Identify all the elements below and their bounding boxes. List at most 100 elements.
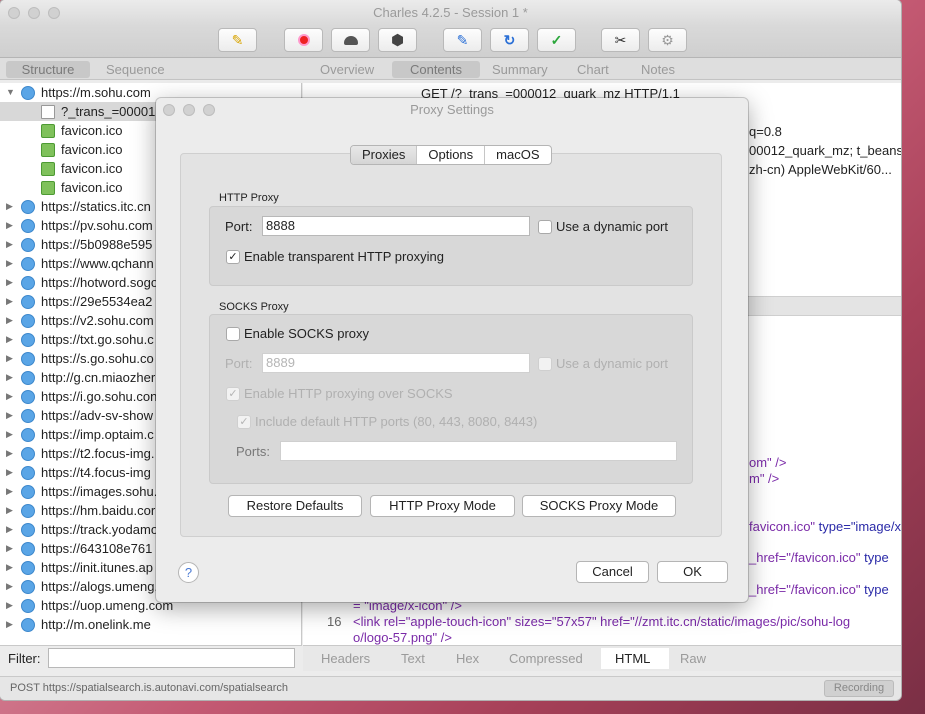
title-bar: Charles 4.2.5 - Session 1 *	[0, 0, 901, 26]
enable-socks-checkbox[interactable]	[226, 327, 240, 341]
recording-badge[interactable]: Recording	[824, 680, 894, 697]
disclosure-closed-icon[interactable]: ▶	[6, 330, 13, 349]
header-fragment: zh-cn) AppleWebKit/60...	[749, 162, 892, 177]
disclosure-closed-icon[interactable]: ▶	[6, 216, 13, 235]
clear-session-button[interactable]: ✎	[218, 28, 257, 52]
code-line: m" />	[749, 471, 780, 486]
disclosure-closed-icon[interactable]: ▶	[6, 444, 13, 463]
disclosure-closed-icon[interactable]: ▶	[6, 577, 13, 596]
record-button[interactable]	[284, 28, 323, 52]
cancel-button[interactable]: Cancel	[576, 561, 649, 583]
disclosure-closed-icon[interactable]: ▶	[6, 482, 13, 501]
transparent-proxying-label: Enable transparent HTTP proxying	[244, 249, 444, 264]
disclosure-closed-icon[interactable]: ▶	[6, 254, 13, 273]
throttle-button[interactable]	[331, 28, 370, 52]
tab-hex[interactable]: Hex	[456, 651, 479, 666]
tree-row-label: https://www.qchann	[41, 256, 154, 271]
tab-contents[interactable]: Contents	[392, 61, 480, 78]
http-port-field[interactable]: 8888	[262, 216, 530, 236]
code-line: <link rel="apple-touch-icon" sizes="57x5…	[353, 614, 851, 629]
dialog-zoom-button[interactable]	[203, 104, 215, 116]
code-line: om" />	[749, 455, 787, 470]
restore-defaults-button[interactable]: Restore Defaults	[228, 495, 362, 517]
tab-html[interactable]: HTML	[615, 651, 650, 666]
disclosure-closed-icon[interactable]: ▶	[6, 596, 13, 615]
tab-notes[interactable]: Notes	[629, 61, 687, 78]
tree-row-label: https://643108e761	[41, 541, 153, 556]
breakpoints-button[interactable]: ⬢	[378, 28, 417, 52]
socks-ports-label: Ports:	[236, 444, 270, 459]
tab-proxies[interactable]: Proxies	[351, 146, 418, 164]
disclosure-closed-icon[interactable]: ▶	[6, 368, 13, 387]
http-proxy-mode-button[interactable]: HTTP Proxy Mode	[370, 495, 515, 517]
tree-row-label: https://images.sohu.	[41, 484, 158, 499]
disclosure-closed-icon[interactable]: ▶	[6, 387, 13, 406]
disclosure-closed-icon[interactable]: ▶	[6, 539, 13, 558]
disclosure-closed-icon[interactable]: ▶	[6, 558, 13, 577]
zoom-window-button[interactable]	[48, 7, 60, 19]
socks-proxy-mode-button[interactable]: SOCKS Proxy Mode	[522, 495, 676, 517]
enable-socks-label: Enable SOCKS proxy	[244, 326, 370, 341]
validate-button[interactable]: ✓	[537, 28, 576, 52]
settings-button[interactable]: ⚙	[648, 28, 687, 52]
ok-button[interactable]: OK	[657, 561, 728, 583]
turtle-icon	[343, 35, 358, 45]
host-bolt-icon	[21, 86, 35, 100]
minimize-window-button[interactable]	[28, 7, 40, 19]
globe-icon	[21, 447, 35, 461]
tab-options[interactable]: Options	[417, 146, 486, 164]
dialog-close-button[interactable]	[163, 104, 175, 116]
transparent-proxying-checkbox[interactable]: ✓	[226, 250, 240, 264]
tab-macos[interactable]: macOS	[485, 146, 550, 164]
disclosure-closed-icon[interactable]: ▶	[6, 292, 13, 311]
close-window-button[interactable]	[8, 7, 20, 19]
default-http-ports-checkbox[interactable]: ✓	[237, 415, 251, 429]
tree-row-label: favicon.ico	[61, 123, 123, 138]
tab-text[interactable]: Text	[401, 651, 425, 666]
globe-icon	[21, 523, 35, 537]
disclosure-closed-icon[interactable]: ▶	[6, 406, 13, 425]
tab-raw[interactable]: Raw	[680, 651, 706, 666]
status-bar: POST https://spatialsearch.is.autonavi.c…	[0, 676, 901, 700]
tree-row-label: https://m.sohu.com	[41, 85, 151, 100]
disclosure-open-icon[interactable]: ▼	[6, 83, 15, 102]
globe-icon	[21, 314, 35, 328]
dialog-minimize-button[interactable]	[183, 104, 195, 116]
disclosure-closed-icon[interactable]: ▶	[6, 463, 13, 482]
tab-summary[interactable]: Summary	[480, 61, 560, 78]
disclosure-closed-icon[interactable]: ▶	[6, 235, 13, 254]
help-button[interactable]: ?	[178, 562, 199, 583]
tab-structure[interactable]: Structure	[6, 61, 90, 78]
globe-icon	[21, 485, 35, 499]
window-title: Charles 4.2.5 - Session 1 *	[373, 5, 528, 20]
filter-input[interactable]	[48, 648, 295, 668]
disclosure-closed-icon[interactable]: ▶	[6, 197, 13, 216]
disclosure-closed-icon[interactable]: ▶	[6, 273, 13, 292]
tree-row-label: https://track.yodamo	[41, 522, 159, 537]
tree-row-label: ?_trans_=000012	[61, 104, 163, 119]
tree-row-label: https://init.itunes.ap	[41, 560, 154, 575]
socks-port-field[interactable]: 8889	[262, 353, 530, 373]
tab-overview[interactable]: Overview	[308, 61, 386, 78]
tab-compressed[interactable]: Compressed	[509, 651, 583, 666]
socks-ports-field[interactable]	[280, 441, 677, 461]
repeat-button[interactable]: ↻	[490, 28, 529, 52]
tab-chart[interactable]: Chart	[565, 61, 621, 78]
tree-row[interactable]: ▶ http://m.onelink.me	[0, 615, 301, 634]
globe-icon	[21, 542, 35, 556]
disclosure-closed-icon[interactable]: ▶	[6, 501, 13, 520]
http-dynamic-port-checkbox[interactable]	[538, 220, 552, 234]
compose-button[interactable]: ✎	[443, 28, 482, 52]
disclosure-closed-icon[interactable]: ▶	[6, 311, 13, 330]
http-over-socks-checkbox[interactable]: ✓	[226, 387, 240, 401]
tools-button[interactable]: ✂	[601, 28, 640, 52]
tab-sequence[interactable]: Sequence	[94, 61, 177, 78]
socks-dynamic-port-checkbox[interactable]	[538, 357, 552, 371]
tree-row-label: http://g.cn.miaozher	[41, 370, 156, 385]
tree-row-label: https://s.go.sohu.co	[41, 351, 154, 366]
tab-headers[interactable]: Headers	[321, 651, 370, 666]
disclosure-closed-icon[interactable]: ▶	[6, 425, 13, 444]
disclosure-closed-icon[interactable]: ▶	[6, 615, 13, 634]
disclosure-closed-icon[interactable]: ▶	[6, 349, 13, 368]
disclosure-closed-icon[interactable]: ▶	[6, 520, 13, 539]
